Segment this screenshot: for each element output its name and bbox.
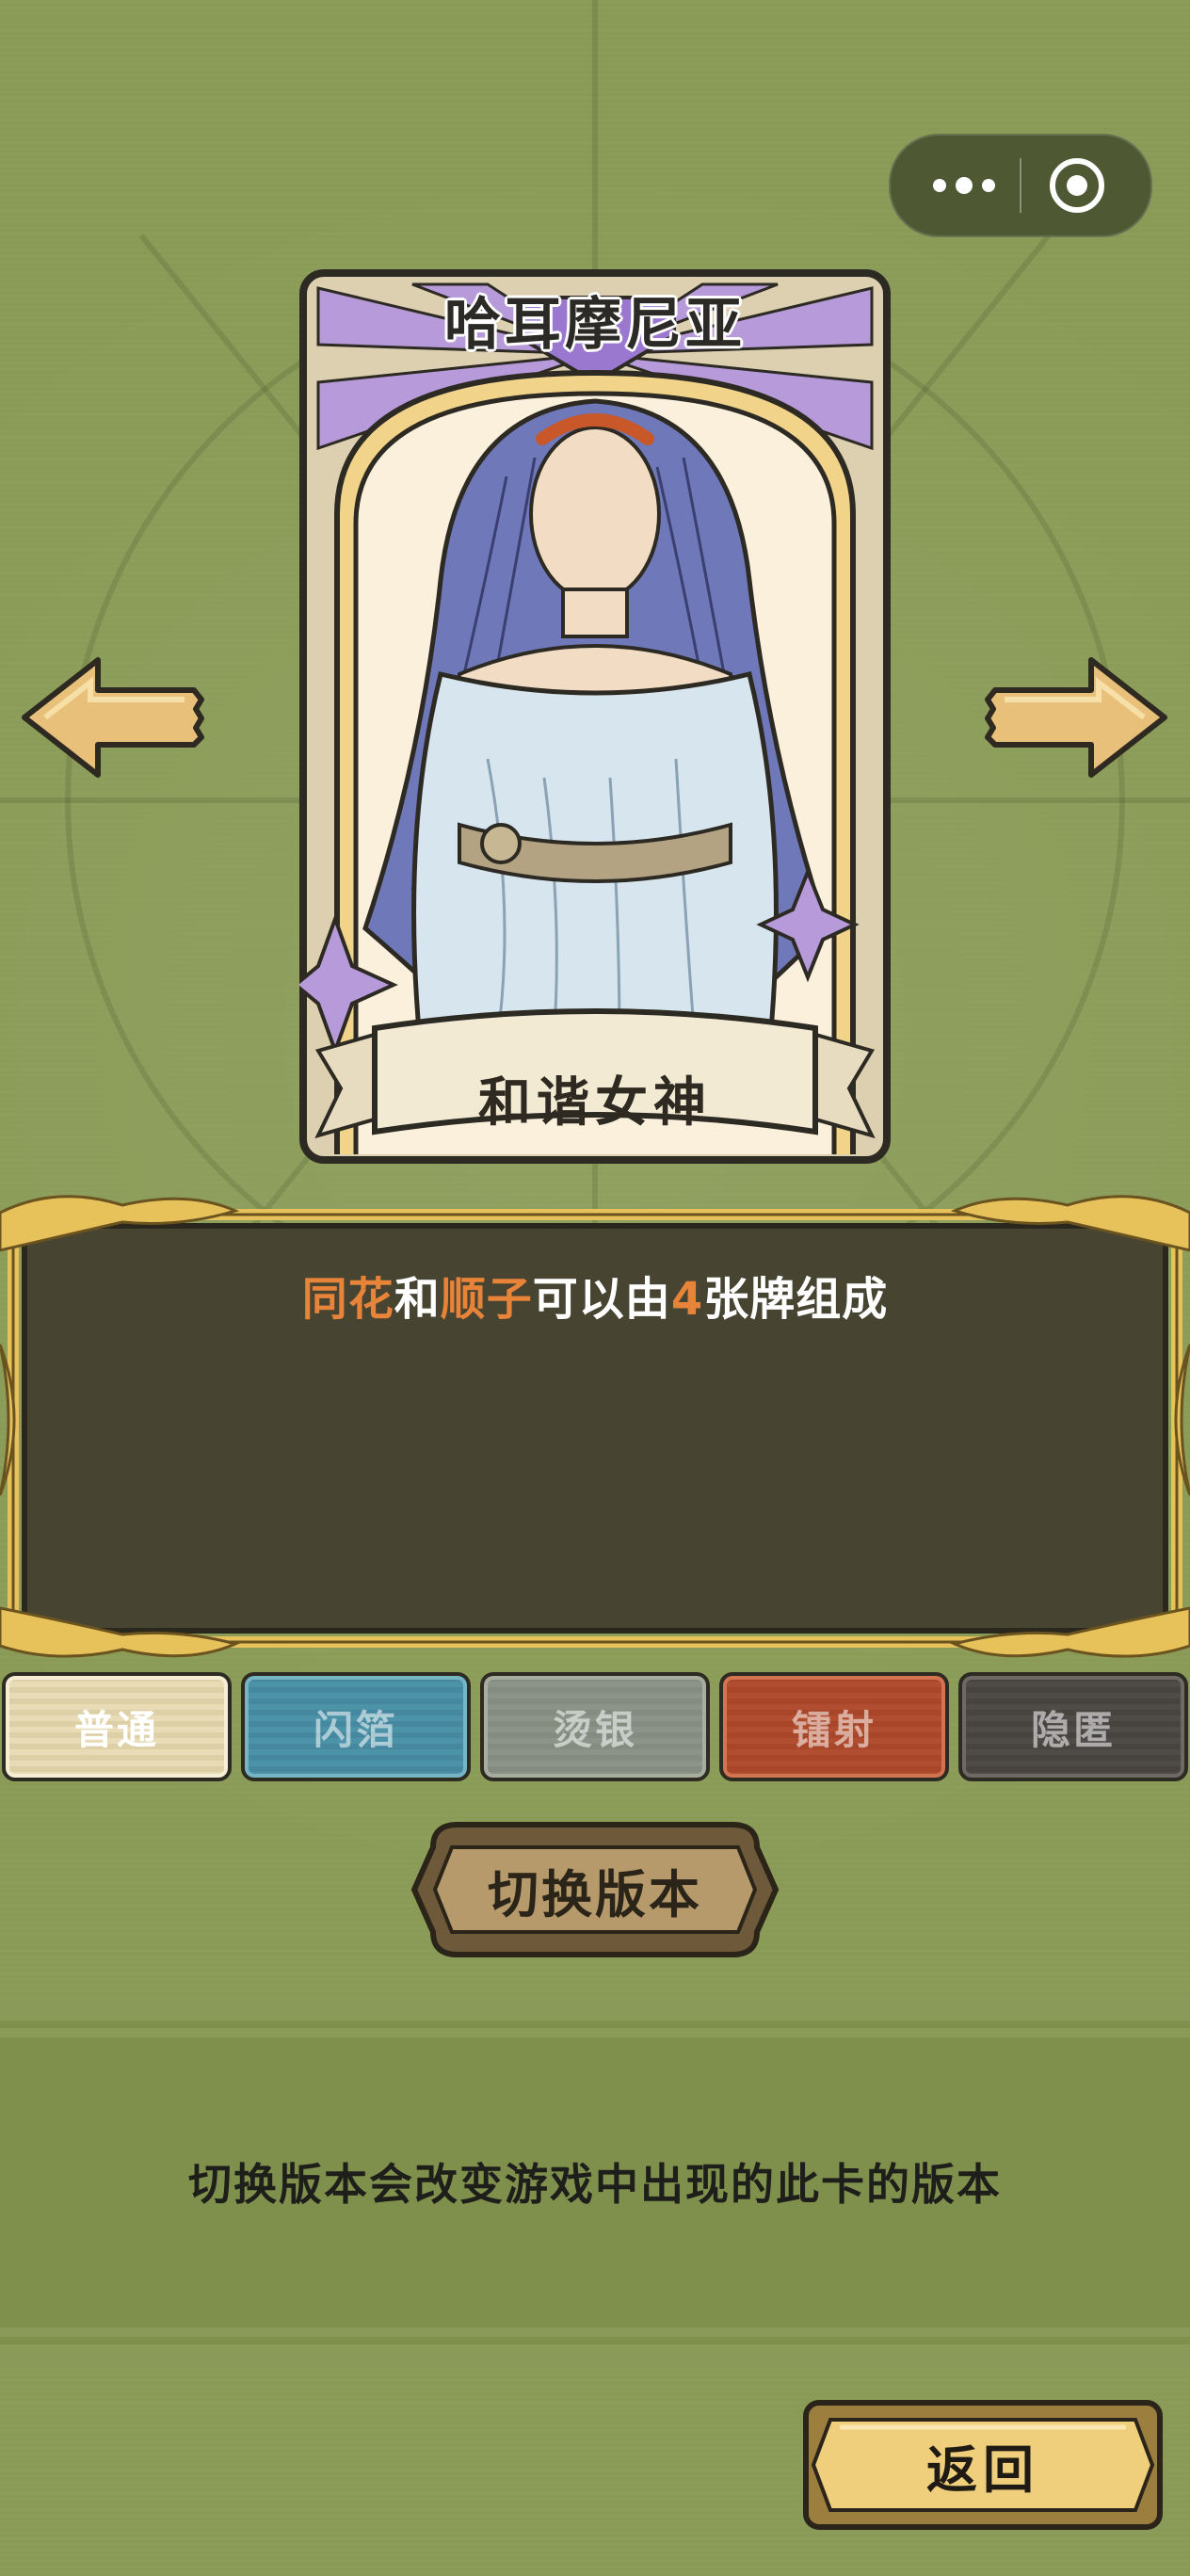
info-text: 切换版本会改变游戏中出现的此卡的版本 — [188, 2159, 1002, 2210]
miniprogram-capsule — [889, 134, 1152, 237]
desc-segment: 可以由 — [532, 1273, 671, 1326]
prev-card-button[interactable] — [17, 656, 205, 779]
version-tabs: 普通 闪箔 烫银 镭射 隐匿 — [0, 1672, 1190, 1783]
band-stripe — [0, 2327, 1190, 2337]
capsule-divider — [1020, 158, 1021, 213]
arrow-right-icon — [985, 657, 1167, 778]
next-card-button[interactable] — [984, 656, 1172, 779]
card-title: 哈耳摩尼亚 — [444, 292, 746, 358]
desc-segment: 和 — [394, 1273, 441, 1326]
card-effect-text: 同花和顺子可以由4张牌组成 — [28, 1262, 1162, 1328]
switch-version-label: 切换版本 — [488, 1864, 702, 1924]
card-art — [299, 269, 891, 1164]
band-stripe — [0, 2344, 1190, 2365]
tab-laser[interactable]: 镭射 — [719, 1672, 949, 1781]
arrow-left-icon — [22, 657, 204, 778]
tab-silver[interactable]: 烫银 — [480, 1672, 710, 1781]
back-label: 返回 — [926, 2439, 1039, 2500]
switch-version-button[interactable]: 切换版本 — [410, 1819, 780, 1960]
back-button[interactable]: 返回 — [802, 2399, 1164, 2531]
desc-segment: 同花 — [301, 1273, 394, 1326]
band-stripe — [0, 1994, 1190, 2021]
joker-card[interactable]: 哈耳摩尼亚 和谐女神 — [299, 269, 891, 1164]
desc-segment: 顺子 — [440, 1273, 533, 1326]
more-dots-icon[interactable] — [923, 160, 1005, 211]
band-stripe — [0, 2028, 1190, 2037]
tab-hidden[interactable]: 隐匿 — [958, 1672, 1188, 1781]
desc-segment: 张牌组成 — [703, 1273, 889, 1326]
tab-normal[interactable]: 普通 — [2, 1672, 232, 1781]
target-circle-icon[interactable] — [1036, 156, 1118, 215]
tab-foil[interactable]: 闪箔 — [241, 1672, 471, 1781]
desc-segment: 4 — [670, 1273, 704, 1326]
card-name: 和谐女神 — [478, 1072, 712, 1134]
